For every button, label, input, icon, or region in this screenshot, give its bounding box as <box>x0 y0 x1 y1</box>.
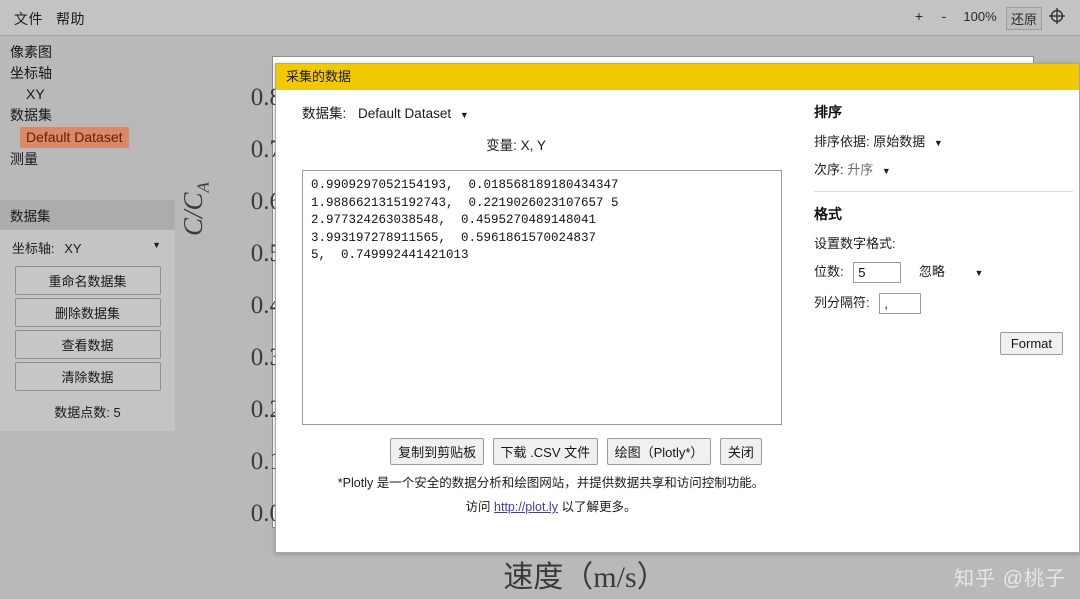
y-tick-label: 0.6 <box>222 188 282 216</box>
menu-bar: 文件 帮助 + - 100% 还原 <box>0 0 1080 36</box>
y-tick-label: 0.2 <box>222 396 282 424</box>
data-line: 0.9909297052154193, 0.018568189180434347 <box>311 177 773 195</box>
dialog-right-column: 排序 排序依据: 原始数据 ▼ 次序: 升序 ▼ 格式 设置数字格式: 位数: … <box>806 90 1080 355</box>
dataset-panel: 数据集 坐标轴: XY ▼ 重命名数据集 删除数据集 查看数据 清除数据 数据点… <box>0 200 175 431</box>
ignore-selector[interactable]: 忽略 ▼ <box>919 264 984 279</box>
separator-label: 列分隔符: <box>814 295 870 310</box>
view-data-button[interactable]: 查看数据 <box>15 330 161 359</box>
rename-dataset-button[interactable]: 重命名数据集 <box>15 266 161 295</box>
tree-item-xy[interactable]: XY <box>0 84 190 105</box>
watermark: 知乎 @桃子 <box>954 562 1066 591</box>
plotly-link[interactable]: http://plot.ly <box>494 500 558 514</box>
format-section-title: 格式 <box>806 192 1080 224</box>
chevron-down-icon: ▼ <box>882 166 891 176</box>
sort-order-selector[interactable]: 次序: 升序 ▼ <box>806 150 1080 178</box>
chevron-down-icon: ▼ <box>975 268 984 278</box>
menu-item-file[interactable]: 文件 <box>14 9 43 29</box>
dialog-body: 数据集: Default Dataset ▼ 变量: X, Y 0.990929… <box>276 90 1079 552</box>
data-line: 5, 0.749992441421013 <box>311 247 773 265</box>
separator-row: 列分隔符: , <box>806 283 1080 314</box>
dataset-panel-title: 数据集 <box>0 200 175 230</box>
format-button-wrap: Format <box>806 314 1080 355</box>
visit-suffix: 以了解更多。 <box>558 500 636 514</box>
data-line: 2.977324263038548, 0.4595270489148041 <box>311 212 773 230</box>
axes-selector-label: 坐标轴: <box>12 241 55 256</box>
x-axis-label: 速度（m/s） <box>0 552 1080 596</box>
y-tick-label: 0.0 <box>222 500 282 528</box>
digits-label: 位数: <box>814 264 844 279</box>
dialog-title: 采集的数据 <box>286 69 351 84</box>
data-textarea[interactable]: 0.9909297052154193, 0.018568189180434347… <box>302 170 782 425</box>
dialog-dataset-value: Default Dataset <box>358 106 451 121</box>
y-tick-label: 0.5 <box>222 240 282 268</box>
dialog-title-bar: 采集的数据 <box>276 64 1079 90</box>
zoom-out-button[interactable]: - <box>935 8 953 24</box>
variables-label: 变量: X, Y <box>276 122 796 162</box>
axes-selector[interactable]: 坐标轴: XY ▼ <box>0 230 175 263</box>
sort-order-value: 升序 <box>847 162 873 177</box>
chevron-down-icon: ▼ <box>460 110 469 120</box>
format-button[interactable]: Format <box>1000 332 1063 355</box>
y-axis-label: C/CA <box>178 182 213 236</box>
sort-by-selector[interactable]: 排序依据: 原始数据 ▼ <box>806 122 1080 150</box>
tree-item-pixel-map[interactable]: 像素图 <box>0 42 190 63</box>
copy-to-clipboard-button[interactable]: 复制到剪贴板 <box>390 438 484 465</box>
navigation-tree: 像素图 坐标轴 XY 数据集 Default Dataset 测量 <box>0 42 190 170</box>
sort-by-value: 原始数据 <box>873 134 925 149</box>
tree-item-measure[interactable]: 测量 <box>0 149 190 170</box>
y-tick-label: 0.8 <box>222 84 282 112</box>
y-tick-label: 0.4 <box>222 292 282 320</box>
delete-dataset-button[interactable]: 删除数据集 <box>15 298 161 327</box>
y-tick-label: 0.7 <box>222 136 282 164</box>
tree-item-default-dataset-row: Default Dataset <box>0 126 190 149</box>
digits-input[interactable]: 5 <box>853 262 901 283</box>
ignore-value: 忽略 <box>919 264 945 279</box>
separator-input[interactable]: , <box>879 293 921 314</box>
plotly-visit-line: 访问 http://plot.ly 以了解更多。 <box>276 496 796 515</box>
chevron-down-icon: ▼ <box>934 138 943 148</box>
clear-data-button[interactable]: 清除数据 <box>15 362 161 391</box>
format-set-label: 设置数字格式: <box>806 224 1080 252</box>
plot-plotly-button[interactable]: 绘图（Plotly*） <box>607 438 712 465</box>
data-line: 1.9886621315192743, 0.2219026023107657 5 <box>311 195 773 213</box>
dialog-button-row: 复制到剪贴板 下载 .CSV 文件 绘图（Plotly*） 关闭 <box>276 438 796 465</box>
plotly-footnote: *Plotly 是一个安全的数据分析和绘图网站，并提供数据共享和访问控制功能。 <box>276 471 796 495</box>
dialog-left-column: 数据集: Default Dataset ▼ 变量: X, Y 0.990929… <box>276 90 796 162</box>
visit-prefix: 访问 <box>466 500 494 514</box>
y-axis-label-text: C/C <box>178 192 208 236</box>
close-button[interactable]: 关闭 <box>720 438 762 465</box>
data-point-count: 数据点数: 5 <box>0 394 175 421</box>
dialog-dataset-selector[interactable]: 数据集: Default Dataset ▼ <box>276 90 796 122</box>
reset-button[interactable]: 还原 <box>1006 7 1042 30</box>
y-tick-label: 0.1 <box>222 448 282 476</box>
sort-order-label: 次序: <box>814 162 844 177</box>
crosshair-icon[interactable] <box>1048 7 1068 25</box>
axes-selector-value: XY <box>64 241 81 256</box>
acquired-data-dialog: 采集的数据 数据集: Default Dataset ▼ 变量: X, Y 0.… <box>275 63 1080 553</box>
y-axis-label-subscript: A <box>193 182 212 192</box>
digits-row: 位数: 5 忽略 ▼ <box>806 252 1080 283</box>
tree-item-axes[interactable]: 坐标轴 <box>0 63 190 84</box>
menu-item-help[interactable]: 帮助 <box>56 9 85 29</box>
zoom-in-button[interactable]: + <box>910 8 928 24</box>
chevron-down-icon: ▼ <box>152 240 161 250</box>
tree-item-default-dataset[interactable]: Default Dataset <box>20 127 129 148</box>
sort-section-title: 排序 <box>806 90 1080 122</box>
zoom-level-label: 100% <box>958 9 1002 24</box>
sort-by-label: 排序依据: <box>814 134 870 149</box>
dialog-dataset-label: 数据集: <box>302 106 346 121</box>
y-tick-label: 0.3 <box>222 344 282 372</box>
download-csv-button[interactable]: 下载 .CSV 文件 <box>493 438 599 465</box>
tree-item-datasets[interactable]: 数据集 <box>0 105 190 126</box>
data-line: 3.993197278911565, 0.5961861570024837 <box>311 230 773 248</box>
